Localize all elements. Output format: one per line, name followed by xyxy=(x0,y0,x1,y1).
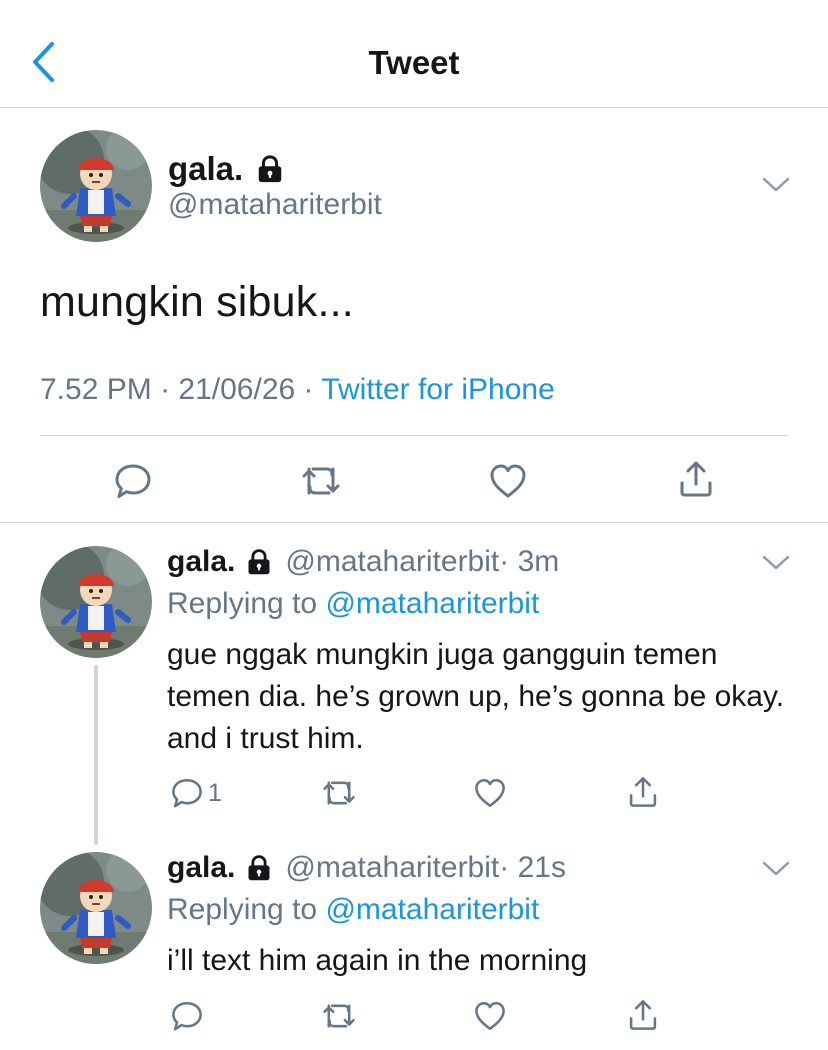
navigation-bar: Tweet xyxy=(0,0,828,108)
reply-button[interactable] xyxy=(170,999,208,1033)
mention-link[interactable]: @matahariterbit xyxy=(325,893,539,926)
author-handle[interactable]: @matahariterbit xyxy=(168,188,382,222)
replying-to-label: Replying to xyxy=(167,893,326,926)
tweet-date: 21/06/26 xyxy=(178,373,296,406)
tweet-age: · 3m xyxy=(499,545,560,578)
thread-connector xyxy=(94,665,98,845)
like-button[interactable] xyxy=(473,999,507,1033)
like-icon xyxy=(473,776,507,810)
reply-icon xyxy=(113,461,153,501)
lock-icon xyxy=(255,154,285,184)
reply-text: gue nggak mungkin juga gangguin temen te… xyxy=(167,638,785,755)
reply-header: gala. @matahariterbit · 3m xyxy=(167,545,559,579)
retweet-icon xyxy=(299,461,343,501)
reply-icon xyxy=(170,999,204,1033)
chevron-down-icon xyxy=(762,860,790,878)
retweet-button[interactable] xyxy=(320,776,358,810)
reply-button[interactable] xyxy=(113,461,153,501)
tweet-age: · 21s xyxy=(499,851,566,884)
separator: · xyxy=(295,373,322,406)
display-name: gala. xyxy=(168,150,244,187)
chevron-down-icon xyxy=(762,176,790,194)
like-button[interactable] xyxy=(488,461,528,501)
reply-text: i’ll text him again in the morning xyxy=(167,944,588,977)
retweet-button[interactable] xyxy=(299,461,343,501)
reply-header: gala. @matahariterbit · 21s xyxy=(167,851,566,885)
like-icon xyxy=(473,999,507,1033)
divider xyxy=(40,435,788,436)
retweet-icon xyxy=(320,999,358,1033)
share-icon xyxy=(626,998,660,1032)
reply-count: 1 xyxy=(208,778,222,807)
retweet-icon xyxy=(320,776,358,810)
avatar[interactable] xyxy=(40,130,152,242)
share-button[interactable] xyxy=(626,775,660,809)
tweet-options-button[interactable] xyxy=(762,860,790,883)
share-icon xyxy=(626,775,660,809)
like-icon xyxy=(488,461,528,501)
lock-icon xyxy=(245,854,273,882)
tweet-time: 7.52 PM xyxy=(40,373,152,406)
page-title: Tweet xyxy=(368,44,460,81)
reply-icon xyxy=(170,776,204,810)
like-button[interactable] xyxy=(473,776,507,810)
tweet-text: mungkin sibuk... xyxy=(40,278,354,326)
replying-to: Replying to @matahariterbit xyxy=(167,893,539,927)
retweet-button[interactable] xyxy=(320,999,358,1033)
display-name[interactable]: gala. xyxy=(167,851,235,885)
replying-to-label: Replying to xyxy=(167,587,326,620)
divider xyxy=(0,522,828,523)
tweet-options-button[interactable] xyxy=(762,176,790,199)
author-handle[interactable]: @matahariterbit xyxy=(285,545,499,579)
tweet-meta: 7.52 PM · 21/06/26 · Twitter for iPhone xyxy=(40,373,555,407)
tweet-options-button[interactable] xyxy=(762,554,790,577)
author-name[interactable]: gala. xyxy=(168,150,285,188)
reply-button[interactable]: 1 xyxy=(170,776,222,810)
share-button[interactable] xyxy=(626,998,660,1032)
avatar[interactable] xyxy=(40,546,152,658)
author-handle[interactable]: @matahariterbit xyxy=(285,851,499,885)
share-button[interactable] xyxy=(676,459,716,499)
tweet-source-link[interactable]: Twitter for iPhone xyxy=(321,373,554,406)
chevron-down-icon xyxy=(762,554,790,572)
replying-to: Replying to @matahariterbit xyxy=(167,587,539,621)
mention-link[interactable]: @matahariterbit xyxy=(325,587,539,620)
share-icon xyxy=(676,459,716,499)
lock-icon xyxy=(245,548,273,576)
separator: · xyxy=(151,373,179,406)
avatar[interactable] xyxy=(40,852,152,964)
display-name[interactable]: gala. xyxy=(167,545,235,579)
